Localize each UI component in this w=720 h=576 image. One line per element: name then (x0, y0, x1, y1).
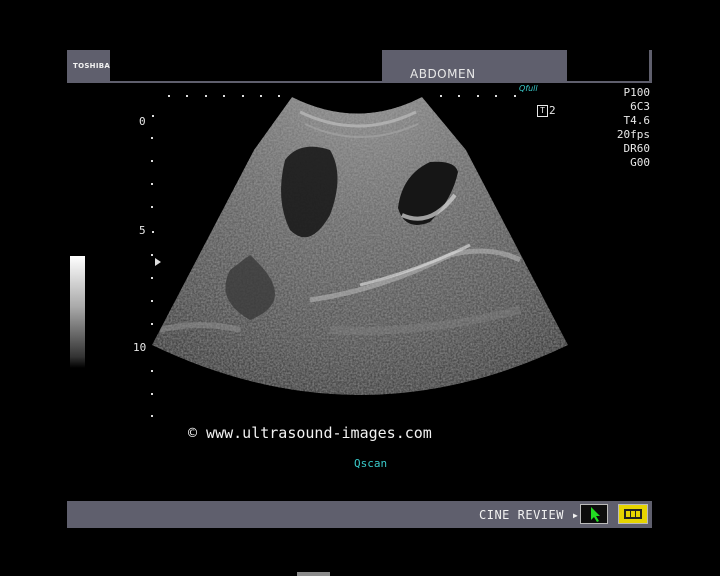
focus-number: 2 (549, 104, 556, 117)
watermark-text: © www.ultrasound-images.com (188, 424, 432, 442)
exam-preset-label: ABDOMEN (410, 67, 476, 81)
cine-review-label: CINE REVIEW ▸ (479, 508, 580, 522)
film-strip-icon (624, 509, 642, 519)
grayscale-bar (70, 256, 85, 368)
param-frame-rate: 20fps (616, 128, 650, 141)
film-strip-button[interactable] (618, 504, 648, 524)
param-frequency: T4.6 (623, 114, 651, 127)
acquisition-params: P100 6C3 T4.6 20fps DR60 G00 (602, 86, 650, 170)
scan-sector (152, 97, 568, 395)
ultrasound-screen: TOSHIBA ABDOMEN Qfull P100 6C3 T4.6 20fp… (0, 0, 720, 576)
param-gain: G00 (630, 156, 650, 169)
focus-marker-icon (155, 258, 161, 266)
bottom-bar: CINE REVIEW ▸ (67, 501, 652, 528)
depth-label-0: 0 (139, 115, 146, 128)
t-box-icon: T (537, 105, 548, 117)
focus-indicator: T2 (537, 104, 556, 117)
top-bar: TOSHIBA ABDOMEN (67, 50, 652, 83)
param-dynamic-range: DR60 (623, 142, 651, 155)
redacted-date-info (567, 50, 649, 81)
scan-mode-label: Qscan (354, 457, 388, 470)
probe-indicator: Qfull (519, 84, 538, 93)
param-probe: 6C3 (630, 100, 650, 113)
depth-label-10: 10 (133, 341, 147, 354)
param-power: P100 (623, 86, 651, 99)
bottom-edge-strip (297, 572, 330, 576)
cursor-button[interactable] (580, 504, 608, 524)
depth-label-5: 5 (139, 224, 146, 237)
redacted-patient-info (110, 50, 382, 81)
brand-logo: TOSHIBA (73, 62, 111, 70)
arrow-cursor-icon (591, 507, 600, 522)
